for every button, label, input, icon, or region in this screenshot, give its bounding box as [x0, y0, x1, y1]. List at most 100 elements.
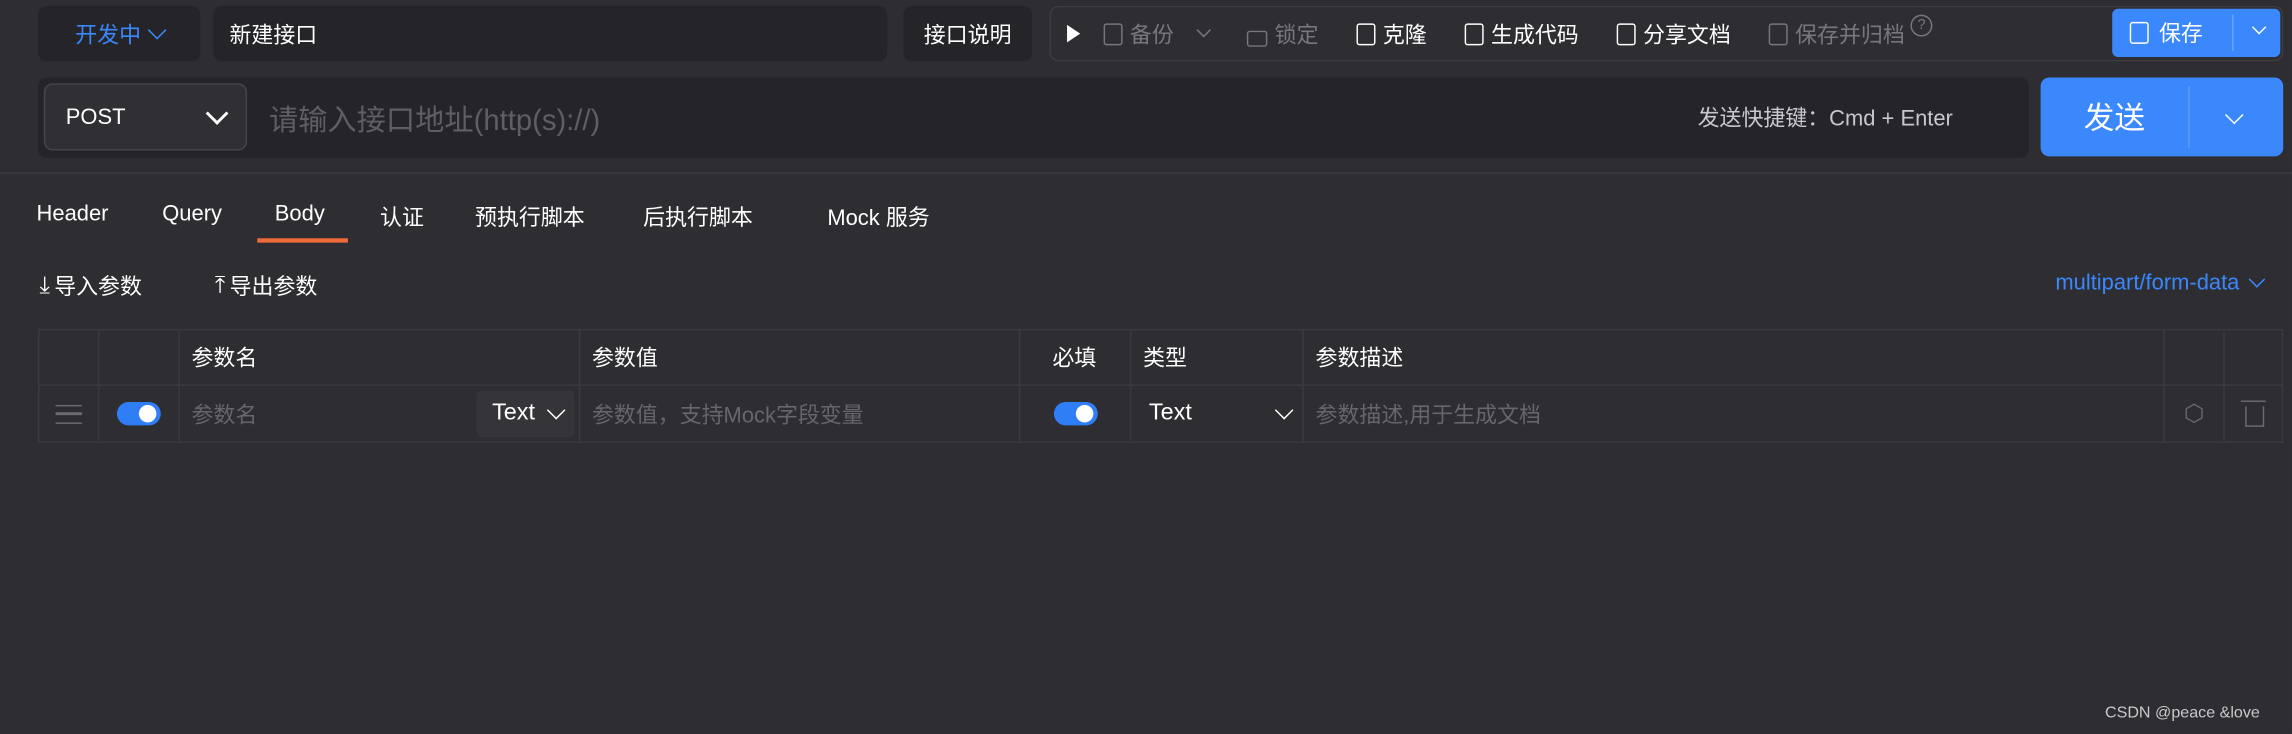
lock-button[interactable]: 锁定 — [1246, 18, 1319, 49]
save-icon — [2129, 21, 2149, 44]
chevron-down-icon — [2224, 105, 2244, 125]
required-toggle[interactable] — [1053, 401, 1098, 426]
param-desc-input[interactable]: 参数描述,用于生成文档 — [1304, 385, 2165, 442]
active-tab-underline — [257, 238, 348, 243]
table-row: 参数名 Text 参数值，支持Mock字段变量 Text 参数描述,用于生成文档… — [39, 385, 2281, 442]
params-table: 参数名 参数值 必填 类型 参数描述 参数名 Text 参数值，支持Mock字段… — [38, 328, 2284, 443]
header-type: 类型 — [1131, 330, 1304, 385]
table-header: 参数名 参数值 必填 类型 参数描述 — [39, 330, 2282, 386]
save-button[interactable]: 保存 — [2112, 8, 2281, 58]
method-select[interactable]: POST — [43, 83, 248, 151]
share-icon — [1616, 22, 1636, 45]
header-value: 参数值 — [580, 330, 1021, 385]
content-type-value: multipart/form-data — [2055, 270, 2240, 296]
param-name-input[interactable]: 参数名 — [191, 398, 476, 429]
chevron-down-icon — [147, 20, 166, 39]
unlock-icon — [1246, 29, 1268, 47]
backup-button[interactable]: 备份 — [1103, 18, 1211, 49]
save-dropdown-chevron-icon[interactable] — [2251, 20, 2267, 35]
mock-cube-icon[interactable]: ⬡ — [2165, 385, 2225, 442]
import-label: 导入参数 — [54, 274, 142, 300]
generate-code-button[interactable]: 生成代码 — [1464, 18, 1579, 49]
share-doc-label: 分享文档 — [1643, 22, 1731, 48]
tab-header[interactable]: Header — [37, 202, 109, 227]
toolbar: 备份 锁定 克隆 生成代码 分享文档 保存并归档 ? — [1049, 5, 2284, 62]
required-cell — [1020, 385, 1132, 442]
enable-toggle[interactable] — [116, 401, 161, 426]
param-value-input[interactable]: 参数值，支持Mock字段变量 — [580, 385, 1021, 442]
divider — [2232, 14, 2234, 52]
url-placeholder: 请输入接口地址(http(s)://) — [268, 104, 601, 137]
help-icon[interactable]: ? — [1910, 13, 1933, 36]
chevron-down-icon — [1196, 22, 1211, 37]
content-type-dropdown[interactable]: multipart/form-data — [2055, 270, 2266, 296]
send-button[interactable]: 发送 — [2040, 77, 2284, 157]
header-name: 参数名 — [180, 330, 581, 385]
param-name-type-value: Text — [492, 400, 535, 426]
send-label: 发送 — [2083, 102, 2146, 136]
api-doc-button[interactable]: 接口说明 — [903, 5, 1032, 62]
type-select[interactable]: Text — [1131, 385, 1304, 442]
enable-cell — [99, 385, 180, 442]
tab-post-script[interactable]: 后执行脚本 — [643, 202, 753, 233]
backup-icon — [1103, 22, 1123, 45]
header-type-label: 类型 — [1143, 346, 1187, 372]
header-value-label: 参数值 — [592, 346, 658, 372]
code-icon — [1464, 22, 1484, 45]
header-drag — [39, 330, 100, 385]
method-value: POST — [65, 104, 126, 130]
chevron-down-icon — [1274, 400, 1294, 419]
drag-handle-icon[interactable] — [39, 385, 100, 442]
chevron-down-icon — [546, 400, 566, 419]
status-label: 开发中 — [75, 22, 142, 48]
param-value-placeholder: 参数值，支持Mock字段变量 — [592, 402, 864, 428]
play-icon — [1067, 24, 1081, 43]
chevron-down-icon — [2248, 270, 2266, 287]
header-enable — [99, 330, 180, 385]
type-value: Text — [1148, 400, 1192, 426]
generate-code-label: 生成代码 — [1491, 22, 1579, 48]
archive-icon — [1768, 22, 1788, 45]
header-name-label: 参数名 — [191, 346, 258, 372]
api-doc-label: 接口说明 — [923, 22, 1012, 48]
upload-icon: ⤒ — [214, 272, 226, 298]
api-name-input[interactable]: 新建接口 — [213, 5, 888, 62]
download-icon: ⤓ — [39, 272, 50, 298]
status-dropdown[interactable]: 开发中 — [38, 5, 201, 62]
clone-button[interactable]: 克隆 — [1356, 18, 1427, 49]
tab-mock[interactable]: Mock 服务 — [827, 202, 929, 233]
run-button[interactable] — [1067, 24, 1081, 43]
header-desc: 参数描述 — [1304, 330, 2165, 385]
header-desc-label: 参数描述 — [1315, 346, 1404, 372]
copy-icon — [1356, 22, 1376, 45]
send-dropdown[interactable] — [2224, 105, 2244, 132]
api-name-value: 新建接口 — [229, 22, 318, 48]
export-label: 导出参数 — [229, 274, 318, 300]
chevron-down-icon — [205, 101, 229, 125]
tab-auth[interactable]: 认证 — [380, 202, 424, 233]
save-label: 保存 — [2158, 21, 2203, 47]
header-required-label: 必填 — [1052, 346, 1097, 372]
tab-pre-script[interactable]: 预执行脚本 — [475, 202, 585, 233]
shortcut-hint-text: 发送快捷键：Cmd + Enter — [1697, 105, 1953, 131]
watermark: CSDN @peace &love — [2104, 704, 2260, 723]
delete-icon[interactable] — [2225, 386, 2285, 442]
clone-label: 克隆 — [1382, 22, 1427, 48]
export-params-button[interactable]: ⤒ 导出参数 — [215, 270, 317, 301]
divider — [2188, 86, 2190, 148]
share-doc-button[interactable]: 分享文档 — [1616, 18, 1731, 49]
shortcut-hint: 发送快捷键：Cmd + Enter — [1608, 83, 1953, 150]
save-archive-button[interactable]: 保存并归档 — [1768, 18, 1905, 49]
import-params-button[interactable]: ⤓ 导入参数 — [39, 270, 141, 301]
header-mock — [2165, 330, 2225, 385]
tab-body[interactable]: Body — [275, 202, 325, 227]
api-editor: 开发中 新建接口 接口说明 备份 锁定 克隆 生成代码 分享文档 保存并归档 ?… — [0, 0, 2292, 734]
param-name-type-select[interactable]: Text — [476, 390, 575, 438]
param-desc-placeholder: 参数描述,用于生成文档 — [1315, 402, 1541, 428]
save-archive-label: 保存并归档 — [1795, 22, 1905, 48]
tab-query[interactable]: Query — [162, 202, 222, 227]
name-cell: 参数名 Text — [180, 385, 581, 442]
header-required: 必填 — [1020, 330, 1132, 385]
url-input[interactable]: 请输入接口地址(http(s)://) — [269, 83, 1585, 150]
backup-label: 备份 — [1129, 22, 1174, 48]
